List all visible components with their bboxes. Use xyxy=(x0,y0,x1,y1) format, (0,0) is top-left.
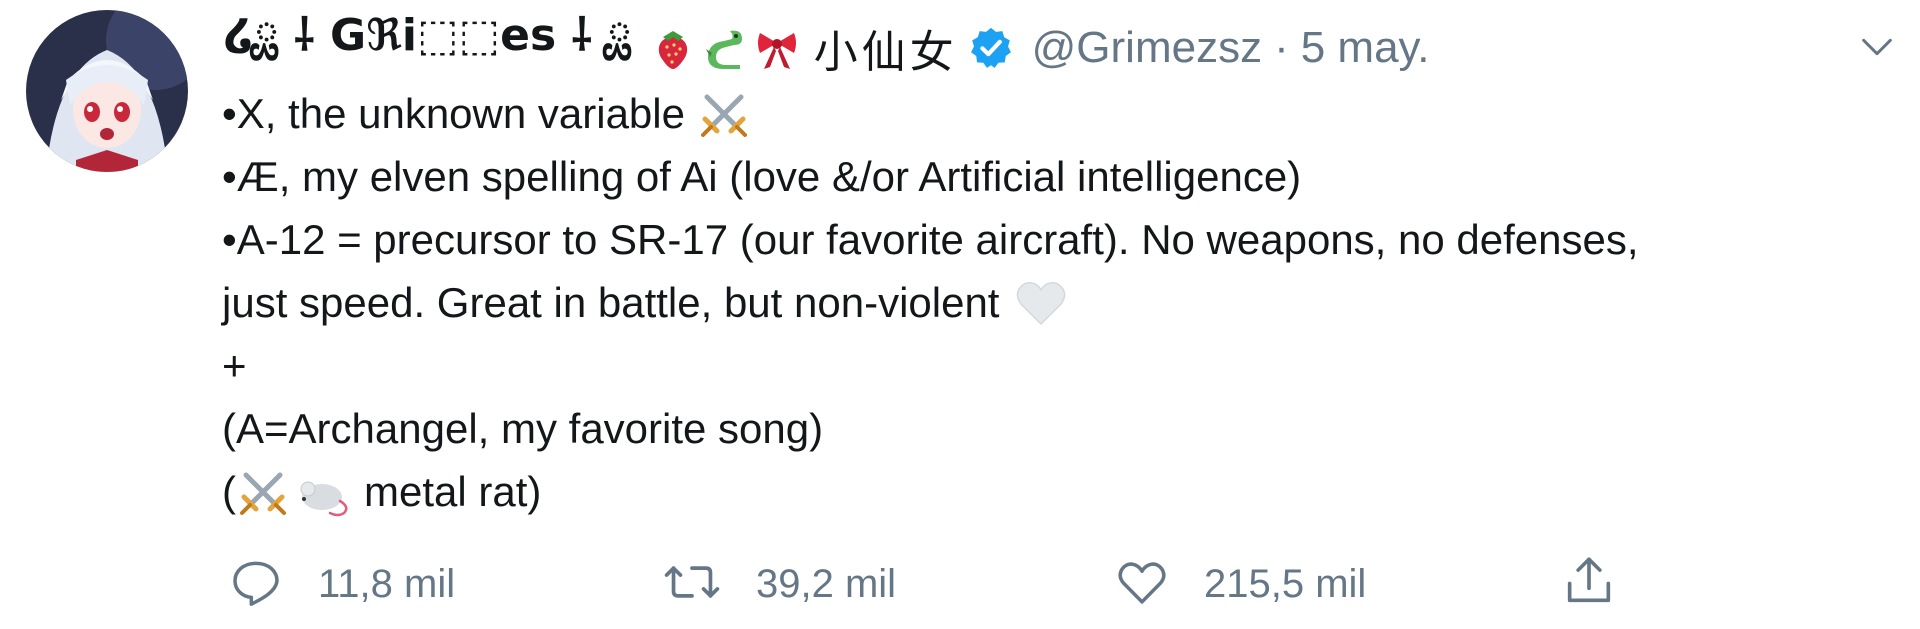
tweet-line: •Æ, my elven spelling of Ai (love &/or A… xyxy=(222,145,1902,208)
retweet-count: 39,2 mil xyxy=(756,562,897,606)
crossed-swords-icon xyxy=(699,89,749,139)
white-heart-icon xyxy=(1013,278,1069,328)
tweet-line: + xyxy=(222,334,1902,397)
tweet-line-text: •X, the unknown variable xyxy=(222,90,685,137)
tweet-line-text: + xyxy=(222,342,247,389)
name-emojis xyxy=(650,25,800,71)
tweet-text: •X, the unknown variable •Æ, my elven sp… xyxy=(222,82,1902,523)
tweet-line-text: just speed. Great in battle, but non-vio… xyxy=(222,279,1000,326)
tweet-line: •A-12 = precursor to SR-17 (our favorite… xyxy=(222,208,1902,271)
like-button[interactable]: 215,5 mil xyxy=(1114,554,1366,615)
tweet-line-text: ( xyxy=(222,468,236,515)
avatar[interactable] xyxy=(26,10,188,172)
like-count: 215,5 mil xyxy=(1204,562,1367,606)
header-separator: · xyxy=(1274,23,1289,72)
share-icon xyxy=(1560,552,1618,615)
tweet-line-text: •A-12 = precursor to SR-17 (our favorite… xyxy=(222,216,1639,263)
tweet-line-text: (A=Archangel, my favorite song) xyxy=(222,405,824,452)
crossed-swords-icon xyxy=(238,467,288,517)
tweet-date[interactable]: 5 may. xyxy=(1301,23,1430,73)
dragon-icon xyxy=(700,25,750,71)
more-options-chevron-down-icon[interactable] xyxy=(1852,22,1902,72)
tweet-line-text: •Æ, my elven spelling of Ai (love &/or A… xyxy=(222,153,1302,200)
retweet-icon xyxy=(662,554,722,615)
tweet: ໒ྏ ⸸ Gℜi⬚⬚es ⸸ ྏ 小仙女 @Grimezsz · 5 may. … xyxy=(0,0,1920,629)
tweet-line: (A=Archangel, my favorite song) xyxy=(222,397,1902,460)
verified-badge-icon xyxy=(968,25,1014,71)
reply-button[interactable]: 11,8 mil xyxy=(228,554,455,615)
tweet-line-text: metal rat) xyxy=(364,468,542,515)
tweet-header: ໒ྏ ⸸ Gℜi⬚⬚es ⸸ ྏ 小仙女 @Grimezsz · 5 may. xyxy=(224,10,1430,86)
share-button[interactable] xyxy=(1560,552,1618,615)
heart-icon xyxy=(1114,554,1170,615)
ribbon-icon xyxy=(754,25,800,71)
user-handle[interactable]: @Grimezsz xyxy=(1032,23,1262,73)
tweet-line: •X, the unknown variable xyxy=(222,82,1902,145)
reply-icon xyxy=(228,554,284,615)
tweet-actions: 11,8 mil 39,2 mil 215,5 mil xyxy=(0,548,1920,618)
tweet-line: just speed. Great in battle, but non-vio… xyxy=(222,271,1902,334)
reply-count: 11,8 mil xyxy=(318,562,456,606)
mouse-icon xyxy=(294,467,352,517)
retweet-button[interactable]: 39,2 mil xyxy=(662,554,896,615)
display-name-suffix: 小仙女 xyxy=(813,27,958,78)
tweet-line: ( metal rat) xyxy=(222,460,1902,523)
strawberry-icon xyxy=(650,25,696,71)
